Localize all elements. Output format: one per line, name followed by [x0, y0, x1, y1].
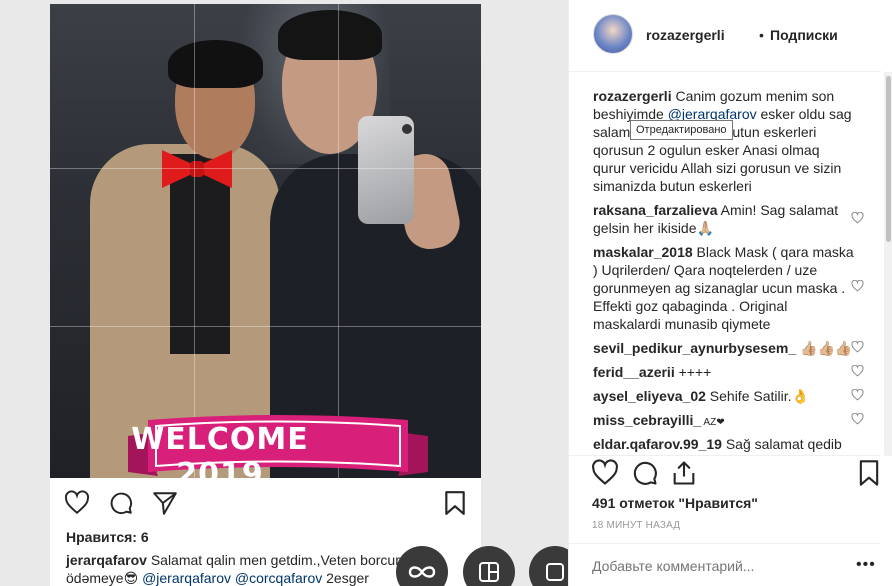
comment-item: maskalar_2018 Black Mask ( qara maska ) … — [593, 243, 855, 333]
comment-like-icon[interactable] — [851, 212, 864, 224]
divider — [568, 543, 880, 544]
comment-input[interactable] — [592, 558, 832, 574]
comment-username[interactable]: ferid__azerii — [593, 364, 675, 380]
post-caption: rozazergerli Canim gozum menim son beshi… — [593, 87, 855, 195]
avatar[interactable] — [593, 14, 633, 54]
comment-username[interactable]: eldar.qafarov.99_19 — [593, 436, 722, 452]
background-caption: jerarqafarov Salamat qalin men getdim.,V… — [66, 551, 446, 586]
comment-like-icon[interactable] — [851, 280, 864, 292]
comment-username[interactable]: aysel_eliyeva_02 — [593, 388, 706, 404]
comment-text: AZ❤ — [701, 417, 725, 428]
grid-line — [194, 4, 195, 478]
header-username[interactable]: rozazergerli — [646, 27, 725, 43]
person-left-hair — [168, 40, 263, 88]
background-likes: Нравится: 6 — [66, 529, 149, 545]
caption-mention[interactable]: @jerarqafarov — [142, 570, 231, 586]
comment-icon[interactable] — [108, 490, 134, 516]
following-button[interactable]: Подписки — [770, 27, 838, 43]
phone-camera — [402, 124, 412, 134]
comment-username[interactable]: raksana_farzalieva — [593, 202, 718, 218]
comment-item: miss_cebrayilli_ AZ❤ — [593, 411, 855, 432]
grid-line — [338, 4, 339, 478]
welcome-banner-text: WELCOME 2019 — [131, 422, 309, 478]
comment-item: sevil_pedikur_aynurbysesem_ 👍🏼👍🏼👍🏼 — [593, 339, 855, 357]
caption-text: qorusun 2 ogulun esker Anasi olmaq qurur… — [593, 142, 842, 194]
caption-username[interactable]: jerarqafarov — [66, 552, 147, 568]
more-options-icon[interactable]: ••• — [856, 557, 876, 573]
edited-tooltip: Отредактировано — [630, 120, 733, 140]
share-icon[interactable] — [670, 459, 698, 487]
bowtie — [162, 150, 232, 188]
grid-line — [50, 168, 481, 169]
infinity-icon — [408, 566, 436, 578]
comment-text: Sağ salamat qedib — [721, 436, 842, 452]
comment-username[interactable]: miss_cebrayilli_ — [593, 412, 701, 428]
background-post-actions — [64, 490, 178, 516]
caption-text: 2esger — [322, 570, 369, 586]
comment-text: 👍🏼👍🏼👍🏼 — [796, 340, 853, 356]
caption-text: utun eskerleri — [732, 124, 817, 140]
comment-username[interactable]: sevil_pedikur_aynurbysesem_ — [593, 340, 796, 356]
share-icon[interactable] — [152, 490, 178, 516]
post-header: rozazergerli • Подписки — [569, 0, 881, 72]
grid-line — [50, 326, 481, 327]
caption-author[interactable]: rozazergerli — [593, 88, 672, 104]
comment-text: ++++ — [674, 364, 712, 380]
comment-like-icon[interactable] — [851, 365, 864, 377]
caption-text: Salamat qalin men getdim.,Veten borcumu — [146, 552, 415, 568]
gallery-icon — [546, 563, 564, 581]
like-icon[interactable] — [591, 459, 619, 487]
caption-text: ödəmeye😎 — [66, 570, 143, 586]
comment-like-icon[interactable] — [851, 389, 864, 401]
person-right-hair — [278, 10, 382, 60]
comment-like-icon[interactable] — [851, 413, 864, 425]
likes-count[interactable]: 491 отметок "Нравится" — [592, 495, 758, 511]
bookmark-icon[interactable] — [443, 490, 467, 516]
comment-item: aysel_eliyeva_02 Sehife Satilir.👌 — [593, 387, 855, 405]
comment-icon[interactable] — [631, 459, 659, 487]
layout-icon — [479, 562, 499, 582]
comment-text: Sehife Satilir.👌 — [705, 388, 809, 404]
scrollbar-thumb[interactable] — [886, 76, 891, 242]
post-photo: WELCOME 2019 — [50, 4, 481, 478]
comment-username[interactable]: maskalar_2018 — [593, 244, 693, 260]
caption-mention[interactable]: @corcqafarov — [235, 570, 322, 586]
heart-icon[interactable] — [64, 490, 90, 516]
comment-item: raksana_farzalieva Amin! Sag salamat gel… — [593, 201, 855, 237]
header-separator: • — [759, 27, 764, 43]
comment-item: ferid__azerii ++++ — [593, 363, 855, 381]
comment-item: eldar.qafarov.99_19 Sağ salamat qedib — [593, 435, 855, 453]
post-time[interactable]: 18 МИНУТ НАЗАД — [592, 520, 680, 531]
bookmark-icon[interactable] — [855, 459, 883, 487]
comment-like-icon[interactable] — [851, 341, 864, 353]
